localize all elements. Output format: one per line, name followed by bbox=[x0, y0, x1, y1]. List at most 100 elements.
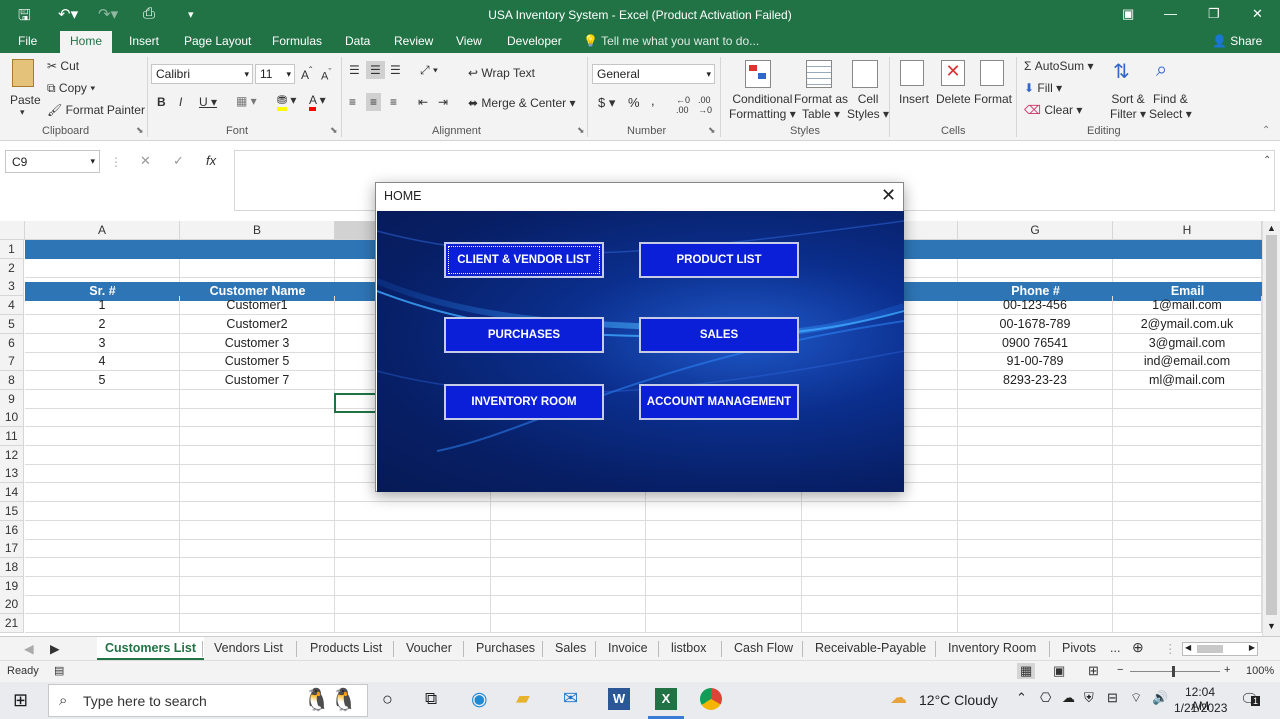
grid-cell[interactable] bbox=[958, 445, 1113, 465]
grid-cell[interactable] bbox=[25, 576, 180, 596]
grid-cell[interactable] bbox=[1113, 408, 1262, 428]
grid-cell[interactable] bbox=[1113, 464, 1262, 484]
horizontal-scrollbar[interactable]: ◀ ▶ bbox=[1182, 642, 1258, 656]
grid-cell[interactable] bbox=[1113, 614, 1262, 633]
borders-icon[interactable]: ▦ ▾ bbox=[236, 94, 257, 108]
table-cell-sr[interactable]: 2 bbox=[25, 314, 180, 334]
grid-cell[interactable] bbox=[491, 557, 646, 577]
grid-cell[interactable] bbox=[25, 520, 180, 540]
grid-cell[interactable] bbox=[335, 614, 491, 633]
grid-cell[interactable] bbox=[1113, 557, 1262, 577]
column-header-g[interactable]: G bbox=[958, 221, 1113, 240]
grid-cell[interactable] bbox=[1113, 539, 1262, 559]
grid-cell[interactable] bbox=[180, 614, 335, 633]
excel-icon[interactable]: X bbox=[655, 688, 677, 710]
orientation-icon[interactable]: ⤢ ▾ bbox=[420, 63, 438, 78]
normal-view-icon[interactable]: ▦ bbox=[1017, 663, 1036, 679]
drag-handle-icon[interactable]: ⋮ bbox=[110, 155, 122, 169]
grid-cell[interactable] bbox=[25, 483, 180, 503]
grid-cell[interactable] bbox=[180, 595, 335, 615]
scroll-thumb[interactable] bbox=[1197, 645, 1223, 653]
cortana-icon[interactable]: ○ bbox=[382, 689, 393, 710]
grid-cell[interactable] bbox=[802, 520, 958, 540]
grid-cell[interactable] bbox=[25, 445, 180, 465]
row-header[interactable]: 18 bbox=[0, 557, 24, 577]
tab-page-layout[interactable]: Page Layout bbox=[184, 34, 251, 48]
comma-icon[interactable]: , bbox=[651, 93, 655, 108]
more-sheets-button[interactable]: ... bbox=[1110, 641, 1120, 655]
grid-cell[interactable] bbox=[958, 501, 1113, 521]
grid-cell[interactable] bbox=[335, 557, 491, 577]
select-all-corner[interactable] bbox=[0, 221, 25, 240]
table-cell-email[interactable]: 1@mail.com bbox=[1113, 296, 1262, 316]
cancel-icon[interactable]: ✕ bbox=[140, 153, 151, 169]
next-sheet-icon[interactable]: ▶ bbox=[50, 641, 60, 656]
find-icon[interactable]: ⌕ bbox=[1156, 59, 1167, 82]
collapse-formula-icon[interactable]: ⌃ bbox=[1263, 155, 1271, 166]
column-header-a[interactable]: A bbox=[25, 221, 180, 240]
font-name-select[interactable]: Calibri ▾ bbox=[151, 64, 253, 84]
font-size-select[interactable]: 11 ▾ bbox=[255, 64, 295, 84]
table-cell-name[interactable]: Customer 5 bbox=[180, 352, 335, 372]
scroll-down-icon[interactable]: ▼ bbox=[1267, 621, 1276, 631]
grid-cell[interactable] bbox=[335, 576, 491, 596]
decrease-indent-icon[interactable]: ⇤ bbox=[418, 95, 428, 109]
grid-cell[interactable] bbox=[958, 483, 1113, 503]
grid-cell[interactable] bbox=[180, 445, 335, 465]
grid-cell[interactable] bbox=[25, 595, 180, 615]
sheet-tab-invoice[interactable]: Invoice bbox=[608, 641, 648, 655]
grid-cell[interactable] bbox=[491, 501, 646, 521]
file-explorer-icon[interactable]: ▰ bbox=[516, 688, 530, 709]
grid-cell[interactable] bbox=[25, 614, 180, 633]
grid-cell[interactable] bbox=[802, 576, 958, 596]
grid-cell[interactable] bbox=[1113, 427, 1262, 446]
row-header[interactable]: 11 bbox=[0, 427, 24, 446]
zoom-slider-thumb[interactable] bbox=[1172, 666, 1175, 677]
add-sheet-icon[interactable]: ⊕ bbox=[1132, 639, 1144, 656]
alignment-launcher-icon[interactable]: ⬊ bbox=[577, 125, 585, 136]
decrease-decimal-icon[interactable]: .00 →0 bbox=[698, 95, 712, 115]
page-break-view-icon[interactable]: ⊞ bbox=[1088, 663, 1099, 679]
table-cell-email[interactable]: ind@email.com bbox=[1113, 352, 1262, 372]
table-cell-name[interactable]: Customer 7 bbox=[180, 370, 335, 390]
grid-cell[interactable] bbox=[958, 557, 1113, 577]
grid-cell[interactable] bbox=[1113, 576, 1262, 596]
grid-cell[interactable] bbox=[180, 427, 335, 446]
grid-cell[interactable] bbox=[25, 557, 180, 577]
font-launcher-icon[interactable]: ⬊ bbox=[330, 125, 338, 136]
format-cells-icon[interactable] bbox=[980, 60, 1004, 86]
grid-cell[interactable] bbox=[491, 539, 646, 559]
increase-font-icon[interactable]: Aˆ bbox=[301, 66, 312, 82]
grid-cell[interactable] bbox=[646, 520, 802, 540]
conditional-formatting-button[interactable]: Conditional Formatting ▾ bbox=[729, 92, 796, 122]
align-center-icon[interactable]: ≡ bbox=[366, 93, 382, 111]
cell-styles-button[interactable]: Cell Styles ▾ bbox=[847, 92, 889, 122]
row-header[interactable]: 12 bbox=[0, 445, 24, 465]
meet-now-icon[interactable]: ⎔ bbox=[1040, 690, 1051, 706]
weather-text[interactable]: 12°C Cloudy bbox=[919, 692, 998, 708]
table-cell-sr[interactable]: 5 bbox=[25, 370, 180, 390]
align-top-icon[interactable]: ☰ bbox=[349, 63, 360, 77]
format-cells-button[interactable]: Format bbox=[974, 92, 1012, 106]
merge-center-button[interactable]: ⬌ Merge & Center ▾ bbox=[468, 96, 575, 110]
taskbar-search-box[interactable]: ⌕ Type here to search 🐧🐧 bbox=[48, 684, 368, 717]
conditional-formatting-icon[interactable] bbox=[745, 60, 771, 88]
grid-cell[interactable] bbox=[491, 614, 646, 633]
clear-button[interactable]: ⌫ Clear ▾ bbox=[1024, 103, 1082, 117]
grid-cell[interactable] bbox=[958, 539, 1113, 559]
close-icon[interactable]: ✕ bbox=[881, 185, 896, 206]
row-header[interactable]: 13 bbox=[0, 464, 24, 484]
name-box[interactable]: C9 ▾ bbox=[5, 150, 100, 173]
windows-start-icon[interactable]: ⊞ bbox=[13, 690, 28, 711]
scroll-up-icon[interactable]: ▲ bbox=[1267, 223, 1276, 233]
row-header[interactable]: 9 bbox=[0, 389, 24, 409]
grid-cell[interactable] bbox=[802, 614, 958, 633]
grid-cell[interactable] bbox=[1113, 595, 1262, 615]
grid-cell[interactable] bbox=[646, 595, 802, 615]
grid-cell[interactable] bbox=[1113, 445, 1262, 465]
sheet-tab-customers-list[interactable]: Customers List bbox=[97, 637, 204, 660]
number-format-select[interactable]: General ▾ bbox=[592, 64, 715, 84]
word-icon[interactable]: W bbox=[608, 688, 630, 710]
paste-dropdown-icon[interactable]: ▾ bbox=[20, 107, 25, 118]
format-as-table-icon[interactable] bbox=[806, 60, 832, 88]
